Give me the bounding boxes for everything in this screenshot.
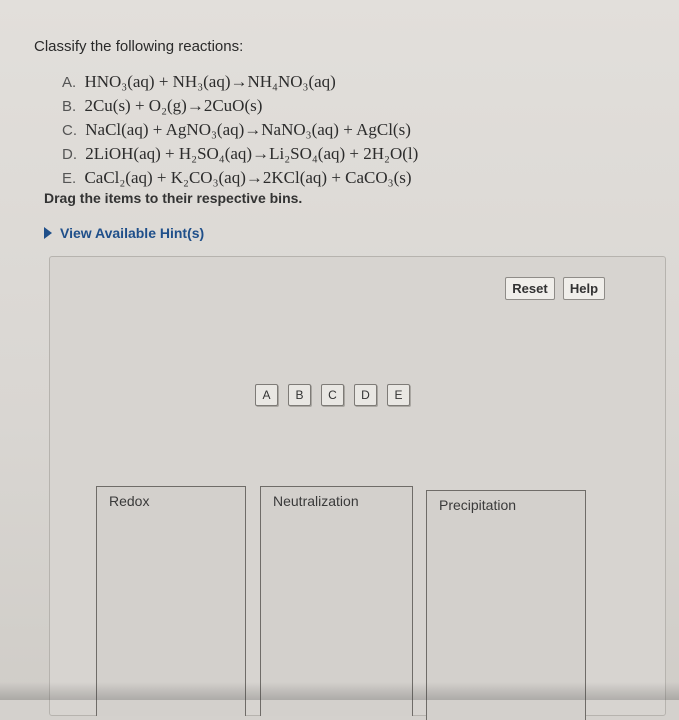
view-hints-link[interactable]: View Available Hint(s) — [44, 225, 204, 241]
expand-triangle-icon — [44, 227, 52, 239]
tile-a[interactable]: A — [255, 384, 278, 406]
reaction-a: A. HNO₃(aq) + NH₃(aq)→NH₄NO₃(aq) — [62, 70, 418, 94]
reaction-list: A. HNO₃(aq) + NH₃(aq)→NH₄NO₃(aq) B. 2Cu(… — [62, 70, 418, 190]
reaction-letter: B. — [62, 98, 77, 115]
reaction-e: E. CaCl₂(aq) + K₂CO₃(aq)→2KCl(aq) + CaCO… — [62, 166, 418, 190]
draggable-tiles: A B C D E — [255, 384, 410, 406]
tile-e[interactable]: E — [387, 384, 410, 406]
reaction-equation: HNO₃(aq) + NH₃(aq)→NH₄NO₃(aq) — [84, 72, 336, 91]
drag-instruction: Drag the items to their respective bins. — [44, 190, 303, 206]
bottom-shadow — [0, 682, 679, 700]
reaction-letter: A. — [62, 74, 77, 91]
help-button[interactable]: Help — [563, 277, 605, 300]
reaction-equation: 2Cu(s) + O₂(g)→2CuO(s) — [84, 96, 263, 115]
tile-d[interactable]: D — [354, 384, 377, 406]
bin-label: Redox — [109, 493, 150, 509]
bin-label: Neutralization — [273, 493, 359, 509]
reaction-equation: NaCl(aq) + AgNO₃(aq)→NaNO₃(aq) + AgCl(s) — [85, 120, 411, 139]
reaction-equation: CaCl₂(aq) + K₂CO₃(aq)→2KCl(aq) + CaCO₃(s… — [84, 168, 412, 187]
reaction-c: C. NaCl(aq) + AgNO₃(aq)→NaNO₃(aq) + AgCl… — [62, 118, 418, 142]
reset-button[interactable]: Reset — [505, 277, 555, 300]
question-prompt: Classify the following reactions: — [34, 38, 244, 55]
reaction-equation: 2LiOH(aq) + H₂SO₄(aq)→Li₂SO₄(aq) + 2H₂O(… — [85, 144, 419, 163]
tile-c[interactable]: C — [321, 384, 344, 406]
bin-label: Precipitation — [439, 497, 517, 513]
reaction-letter: D. — [62, 146, 77, 163]
reaction-letter: E. — [62, 170, 77, 187]
page: Classify the following reactions: A. HNO… — [0, 0, 679, 720]
tile-b[interactable]: B — [288, 384, 311, 406]
hint-label: View Available Hint(s) — [60, 225, 205, 241]
reaction-letter: C. — [62, 122, 77, 139]
reaction-d: D. 2LiOH(aq) + H₂SO₄(aq)→Li₂SO₄(aq) + 2H… — [62, 142, 418, 166]
reaction-b: B. 2Cu(s) + O₂(g)→2CuO(s) — [62, 94, 418, 118]
